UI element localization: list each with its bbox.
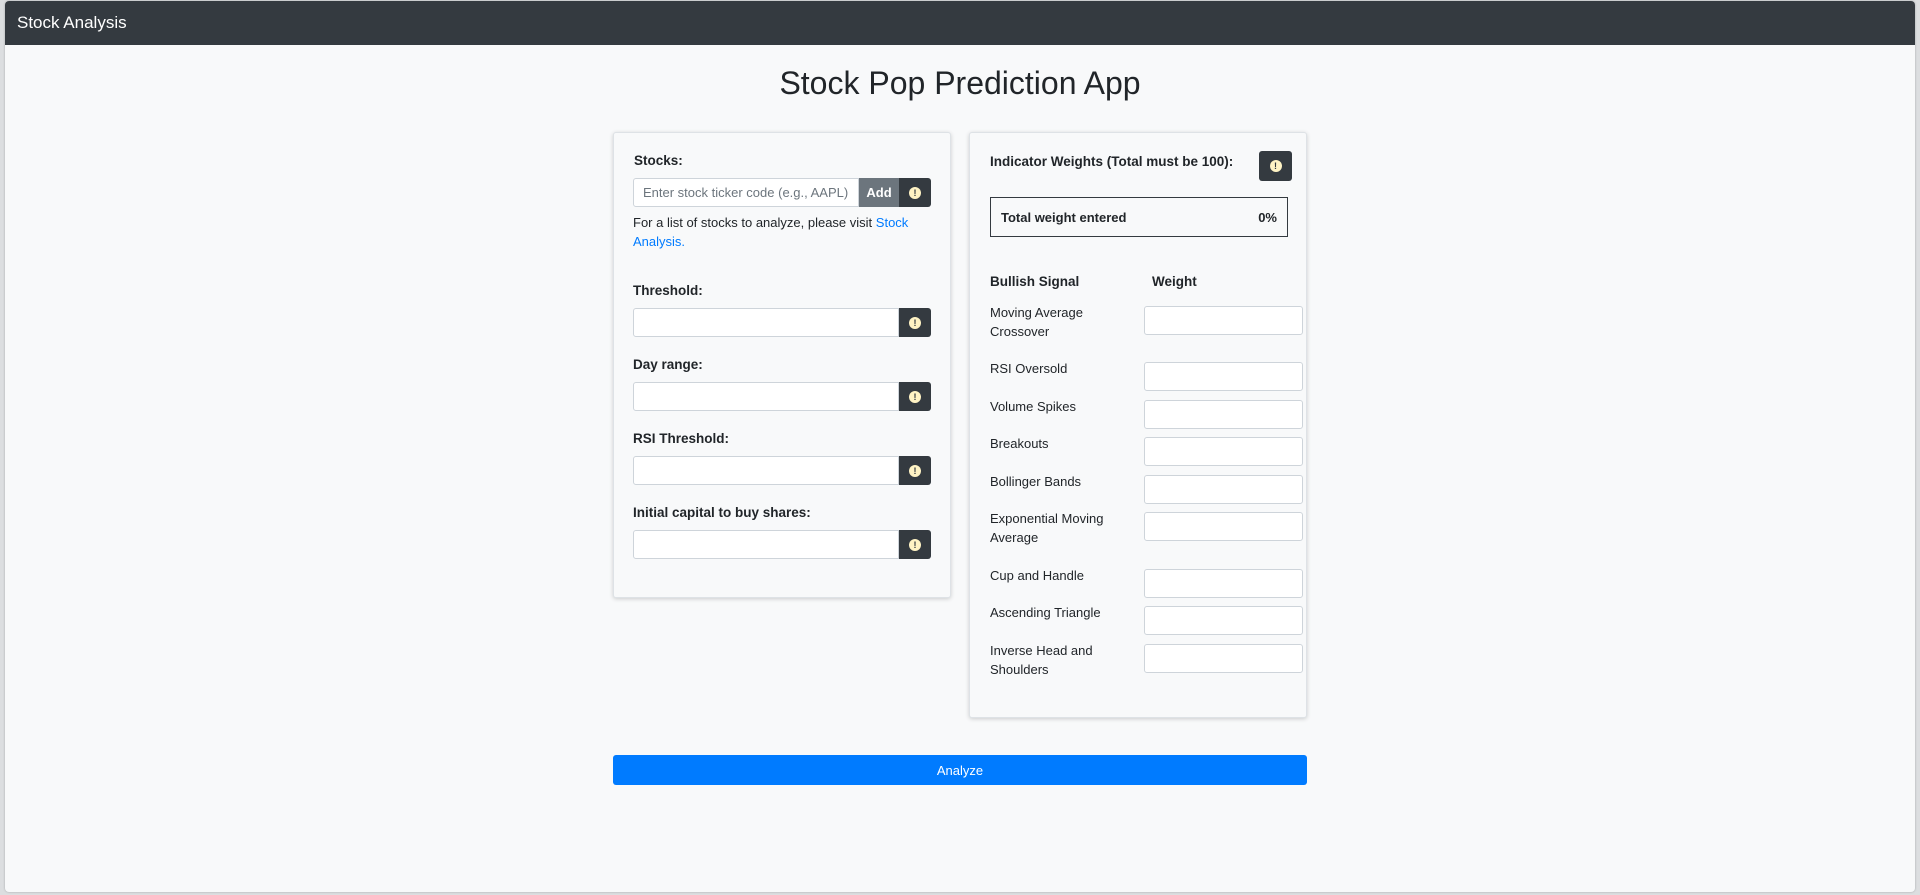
signal-label: Volume Spikes — [990, 399, 1076, 414]
weight-input-ascending-triangle[interactable] — [1144, 606, 1303, 635]
rsi-threshold-info-button[interactable]: ! — [899, 456, 931, 485]
day-range-input-group: ! — [633, 382, 931, 411]
info-icon: ! — [909, 186, 921, 199]
signal-label: Breakouts — [990, 436, 1049, 451]
weights-title: Indicator Weights (Total must be 100): — [990, 154, 1234, 169]
stocks-label: Stocks: — [634, 153, 683, 168]
signal-label: RSI Oversold — [990, 361, 1068, 376]
capital-label: Initial capital to buy shares: — [633, 505, 811, 520]
stock-ticker-input[interactable] — [633, 178, 859, 207]
signal-label: Cup and Handle — [990, 568, 1084, 583]
info-icon: ! — [1269, 160, 1282, 172]
rsi-threshold-input[interactable] — [633, 456, 899, 485]
signal-label: Moving Average Crossover — [990, 305, 1083, 339]
capital-info-button[interactable]: ! — [899, 530, 931, 559]
weight-input-inverse-head-and-shoulders[interactable] — [1144, 644, 1303, 673]
signal-label: Ascending Triangle — [990, 605, 1101, 620]
total-weight-value: 0% — [1258, 209, 1277, 225]
help-text-prefix: For a list of stocks to analyze, please … — [633, 215, 876, 230]
weight-input-rsi-oversold[interactable] — [1144, 362, 1303, 391]
weight-input-bollinger-bands[interactable] — [1144, 475, 1303, 504]
stocks-info-button[interactable]: ! — [899, 178, 931, 207]
info-icon: ! — [909, 538, 921, 551]
navbar: Stock Analysis — [5, 1, 1915, 45]
threshold-info-button[interactable]: ! — [899, 308, 931, 337]
stock-settings-card: Stocks: Add ! For a list of stocks to an… — [613, 132, 951, 598]
stock-input-group: Add ! — [633, 178, 931, 207]
threshold-input-group: ! — [633, 308, 931, 337]
capital-input[interactable] — [633, 530, 899, 559]
app-window: Stock Analysis Stock Pop Prediction App … — [5, 1, 1915, 892]
threshold-label: Threshold: — [633, 283, 703, 298]
info-icon: ! — [909, 316, 921, 329]
capital-input-group: ! — [633, 530, 931, 559]
rsi-threshold-input-group: ! — [633, 456, 931, 485]
weight-input-exponential-moving-average[interactable] — [1144, 512, 1303, 541]
info-icon: ! — [909, 464, 921, 477]
indicator-weights-card: Indicator Weights (Total must be 100): !… — [969, 132, 1307, 718]
weight-input-cup-and-handle[interactable] — [1144, 569, 1303, 598]
analyze-button[interactable]: Analyze — [613, 755, 1307, 785]
weight-input-volume-spikes[interactable] — [1144, 400, 1303, 429]
weight-input-breakouts[interactable] — [1144, 437, 1303, 466]
total-weight-box: Total weight entered 0% — [990, 197, 1288, 237]
navbar-brand[interactable]: Stock Analysis — [17, 13, 127, 33]
signal-label: Inverse Head and Shoulders — [990, 643, 1093, 677]
weights-info-button[interactable]: ! — [1259, 151, 1292, 181]
bullish-signal-header: Bullish Signal — [990, 274, 1080, 289]
page-title: Stock Pop Prediction App — [779, 65, 1141, 101]
rsi-threshold-label: RSI Threshold: — [633, 431, 730, 446]
day-range-info-button[interactable]: ! — [899, 382, 931, 411]
threshold-input[interactable] — [633, 308, 899, 337]
weight-header: Weight — [1152, 274, 1197, 289]
weight-input-moving-average-crossover[interactable] — [1144, 306, 1303, 335]
signal-label: Exponential Moving Average — [990, 511, 1104, 545]
total-weight-label: Total weight entered — [1001, 209, 1127, 225]
day-range-label: Day range: — [633, 357, 703, 372]
info-icon: ! — [909, 390, 921, 403]
day-range-input[interactable] — [633, 382, 899, 411]
signal-label: Bollinger Bands — [990, 474, 1082, 489]
stock-list-help: For a list of stocks to analyze, please … — [633, 213, 928, 251]
add-stock-button[interactable]: Add — [859, 178, 899, 207]
